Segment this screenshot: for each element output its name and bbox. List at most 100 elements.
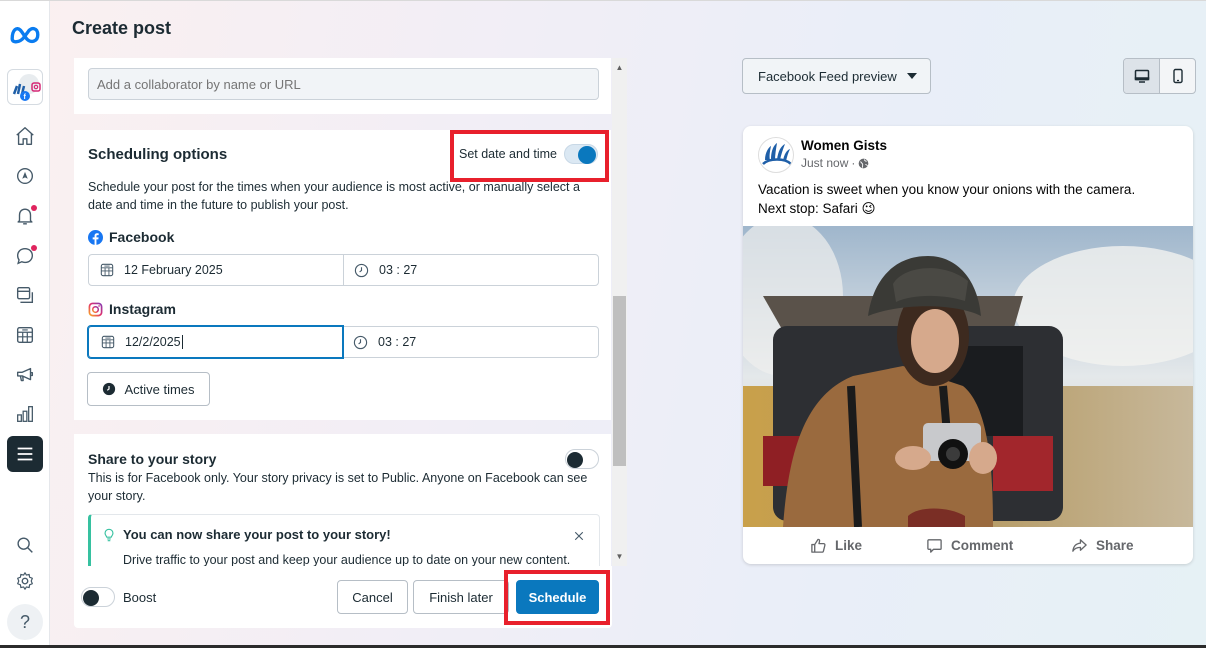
calendar-icon xyxy=(101,335,115,349)
story-description-line: This is for Facebook only. Your story pr… xyxy=(88,471,588,485)
facebook-icon xyxy=(88,229,103,245)
facebook-label: Facebook xyxy=(88,229,174,245)
comment-label: Comment xyxy=(951,538,1014,553)
message-badge xyxy=(31,245,37,251)
post-image xyxy=(743,226,1193,527)
like-label: Like xyxy=(835,538,863,553)
story-description: This is for Facebook only. Your story pr… xyxy=(88,469,587,505)
instagram-label: Instagram xyxy=(88,301,176,317)
notification-badge xyxy=(31,205,37,211)
story-tip-banner: You can now share your post to your stor… xyxy=(88,514,600,568)
collaborator-input[interactable] xyxy=(88,68,599,100)
notifications-icon[interactable] xyxy=(0,201,50,231)
settings-gear-icon[interactable] xyxy=(0,566,50,596)
calendar-icon xyxy=(100,263,114,277)
instagram-date-text: 12/2/2025 xyxy=(125,335,183,350)
facebook-time-input[interactable]: 03 : 27 xyxy=(344,255,598,285)
facebook-date-value: 12 February 2025 xyxy=(124,263,223,277)
scroll-down-arrow-icon[interactable]: ▼ xyxy=(612,549,627,564)
collaborator-card xyxy=(74,58,611,114)
panel-scrollbar[interactable]: ▲ ▼ xyxy=(612,58,627,566)
active-times-button[interactable]: Active times xyxy=(87,372,210,406)
instagram-icon xyxy=(88,302,103,316)
share-label: Share xyxy=(1096,538,1134,553)
tip-title: You can now share your post to your stor… xyxy=(123,527,391,542)
toggle-knob xyxy=(567,452,583,468)
story-title: Share to your story xyxy=(88,451,217,467)
sidebar: f ? xyxy=(0,1,50,645)
instagram-time-value: 03 : 27 xyxy=(378,335,417,349)
navigate-icon[interactable] xyxy=(0,161,50,191)
instagram-datetime: 12/2/2025 03 : 27 xyxy=(87,325,599,359)
top-border xyxy=(0,0,1206,1)
search-icon[interactable] xyxy=(0,530,50,560)
post-timestamp: Just now xyxy=(801,156,849,170)
facebook-datetime: 12 February 2025 03 : 27 xyxy=(88,254,599,286)
post-meta: Just now · xyxy=(801,156,869,170)
caret-down-icon xyxy=(906,73,917,79)
thumbs-up-icon xyxy=(811,538,826,553)
home-icon[interactable] xyxy=(0,121,50,151)
account-avatar[interactable]: f xyxy=(7,69,43,105)
post-text-line: Vacation is sweet when you know your oni… xyxy=(758,182,1136,197)
share-to-story-toggle[interactable] xyxy=(565,449,599,469)
share-arrow-icon xyxy=(1072,539,1087,552)
hamburger-icon xyxy=(17,447,33,461)
post-text-line: Next stop: Safari 😉 xyxy=(758,201,876,216)
instagram-label-text: Instagram xyxy=(109,301,176,317)
insights-icon[interactable] xyxy=(0,399,50,429)
post-actions-bar: Like Comment Share xyxy=(743,527,1193,564)
cancel-button[interactable]: Cancel xyxy=(337,580,408,614)
scroll-thumb[interactable] xyxy=(613,296,626,466)
help-question-icon: ? xyxy=(19,611,30,632)
clock-filled-icon xyxy=(103,382,116,396)
content-icon[interactable] xyxy=(0,280,50,310)
facebook-post-preview: Women Gists Just now · Vacation is sweet… xyxy=(743,126,1193,564)
lightbulb-icon xyxy=(104,528,114,542)
help-button[interactable]: ? xyxy=(7,604,43,640)
page-title: Create post xyxy=(72,18,172,38)
share-button[interactable]: Share xyxy=(1071,537,1134,554)
comment-icon xyxy=(927,539,942,553)
like-button[interactable]: Like xyxy=(810,537,862,554)
page-avatar xyxy=(758,137,794,173)
all-tools-menu-button[interactable] xyxy=(7,436,43,472)
device-toggle xyxy=(1123,58,1196,94)
instagram-time-input[interactable]: 03 : 27 xyxy=(343,327,598,357)
mobile-preview-button[interactable] xyxy=(1160,59,1195,93)
ads-megaphone-icon[interactable] xyxy=(0,360,50,390)
facebook-date-input[interactable]: 12 February 2025 xyxy=(89,255,344,285)
instagram-date-value: 12/2/2025 xyxy=(125,334,181,349)
preview-type-label: Facebook Feed preview xyxy=(758,68,897,84)
scheduling-title: Scheduling options xyxy=(88,146,228,163)
meta-logo-icon[interactable] xyxy=(0,19,50,49)
tip-text: Drive traffic to your post and keep your… xyxy=(123,553,571,567)
instagram-date-input[interactable]: 12/2/2025 xyxy=(87,325,344,359)
highlight-set-date-time xyxy=(450,130,609,182)
meta-separator: · xyxy=(851,156,856,170)
page-name: Women Gists xyxy=(801,138,888,153)
planner-icon[interactable] xyxy=(0,320,50,350)
scheduling-description: Schedule your post for the times when yo… xyxy=(88,178,580,214)
clock-icon xyxy=(353,335,368,349)
toggle-knob xyxy=(83,590,99,606)
mobile-icon xyxy=(1172,68,1183,84)
scroll-up-arrow-icon[interactable]: ▲ xyxy=(612,60,627,75)
story-description-line: your story. xyxy=(88,489,146,503)
text-caret xyxy=(181,335,183,350)
comment-button[interactable]: Comment xyxy=(926,537,1013,554)
desktop-preview-button[interactable] xyxy=(1124,59,1160,93)
post-text: Vacation is sweet when you know your oni… xyxy=(758,180,1135,218)
highlight-schedule-button xyxy=(504,570,610,625)
active-times-label: Active times xyxy=(124,381,195,397)
close-icon[interactable] xyxy=(573,530,585,542)
finish-later-button[interactable]: Finish later xyxy=(413,580,509,614)
messages-icon[interactable] xyxy=(0,241,50,271)
facebook-label-text: Facebook xyxy=(109,229,175,245)
globe-public-icon xyxy=(859,158,869,168)
boost-toggle[interactable] xyxy=(81,587,115,607)
clock-icon xyxy=(354,263,369,277)
facebook-time-value: 03 : 27 xyxy=(379,263,418,277)
desktop-icon xyxy=(1134,69,1149,83)
preview-type-dropdown[interactable]: Facebook Feed preview xyxy=(742,58,931,94)
